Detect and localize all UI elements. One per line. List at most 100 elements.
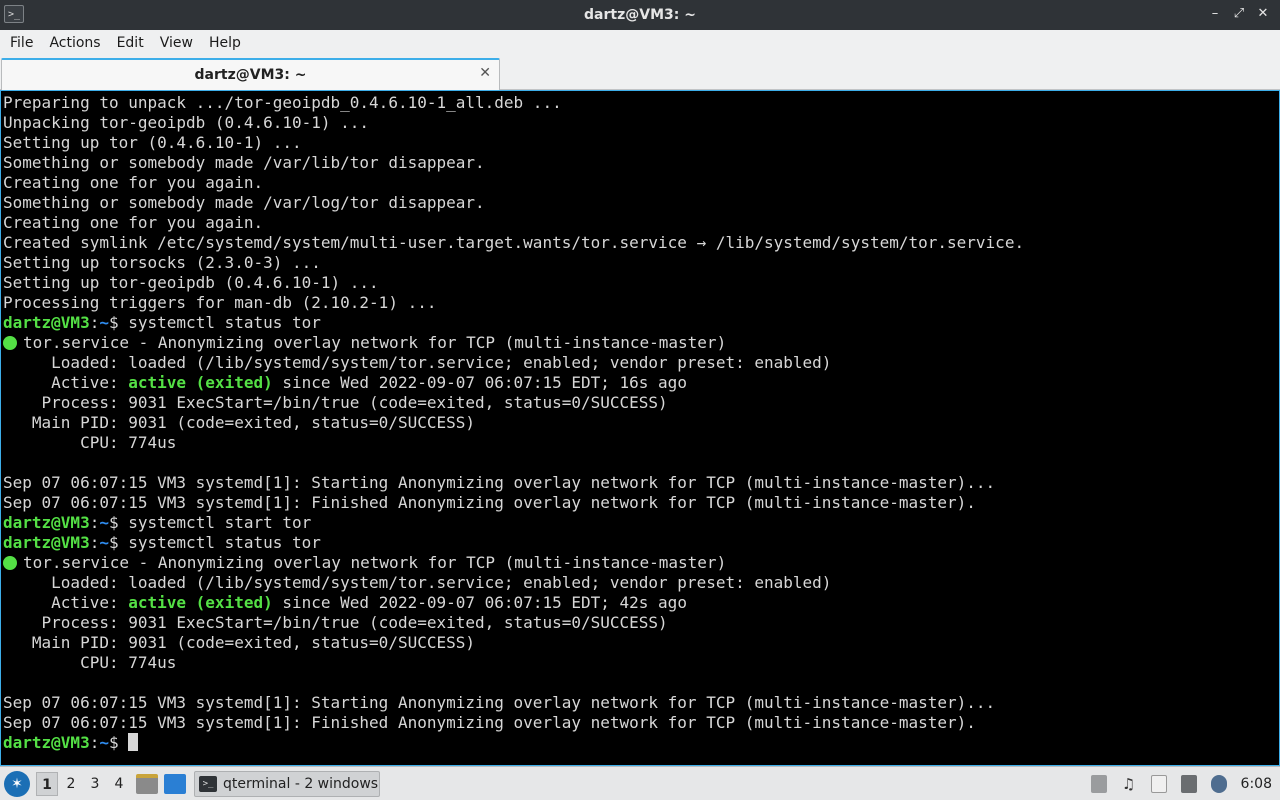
window-controls: – ⤢ ✕	[1208, 6, 1270, 22]
prompt-separator: :	[89, 313, 100, 332]
terminal-line: Preparing to unpack .../tor-geoipdb_0.4.…	[3, 93, 562, 112]
terminal-line: Sep 07 06:07:15 VM3 systemd[1]: Finished…	[3, 713, 976, 732]
terminal-line: Created symlink /etc/systemd/system/mult…	[3, 233, 1025, 252]
prompt-symbol: $	[108, 513, 119, 532]
prompt-user-host: dartz@VM3	[3, 313, 90, 332]
terminal-line: tor.service - Anonymizing overlay networ…	[3, 553, 1024, 573]
menu-actions[interactable]: Actions	[41, 30, 108, 56]
desktop-1-button[interactable]: 1	[36, 771, 58, 796]
active-status: active (exited)	[128, 373, 273, 392]
command-text: systemctl status tor	[118, 533, 321, 552]
file-manager-icon[interactable]	[136, 773, 158, 794]
service-status-dot-icon	[3, 336, 17, 350]
service-title: tor.service - Anonymizing overlay networ…	[23, 553, 727, 572]
prompt-separator: :	[89, 733, 100, 752]
system-tray: ♫ 6:08	[1090, 774, 1272, 793]
terminal-line: CPU: 774us	[3, 653, 177, 672]
desktop-3-button[interactable]: 3	[84, 772, 106, 796]
tab-terminal[interactable]: dartz@VM3: ~ ✕	[1, 58, 500, 90]
menu-help[interactable]: Help	[201, 30, 249, 56]
menu-file[interactable]: File	[2, 30, 41, 56]
prompt-path: ~	[99, 533, 109, 552]
minimize-button[interactable]: –	[1208, 6, 1222, 22]
terminal-lines: Preparing to unpack .../tor-geoipdb_0.4.…	[3, 93, 1024, 753]
terminal-line: Setting up tor-geoipdb (0.4.6.10-1) ...	[3, 273, 379, 292]
service-title: tor.service - Anonymizing overlay networ…	[23, 333, 727, 352]
menu-bar: File Actions Edit View Help	[0, 30, 1280, 56]
terminal-line: Active: active (exited) since Wed 2022-0…	[3, 373, 1024, 393]
terminal-line: dartz@VM3:~$ systemctl status tor	[3, 313, 1024, 333]
terminal-line: CPU: 774us	[3, 433, 177, 452]
start-menu-icon[interactable]: ✶	[4, 770, 30, 797]
terminal-line: Process: 9031 ExecStart=/bin/true (code=…	[3, 613, 668, 632]
prompt-path: ~	[99, 513, 109, 532]
window-title: dartz@VM3: ~	[584, 7, 696, 23]
terminal-icon: >_	[199, 775, 217, 792]
show-desktop-icon[interactable]	[164, 773, 186, 794]
terminal-line: Something or somebody made /var/log/tor …	[3, 193, 485, 212]
eject-icon[interactable]	[1090, 774, 1107, 793]
taskbar: ✶ 1 2 3 4 >_ qterminal - 2 windows ♫ 6:0…	[0, 766, 1280, 800]
terminal-line: Active: active (exited) since Wed 2022-0…	[3, 593, 1024, 613]
prompt-user-host: dartz@VM3	[3, 513, 90, 532]
clipboard-icon[interactable]	[1150, 774, 1167, 793]
clock[interactable]: 6:08	[1241, 776, 1272, 792]
prompt-path: ~	[99, 733, 109, 752]
prompt-symbol: $	[108, 533, 119, 552]
terminal-line: Creating one for you again.	[3, 173, 264, 192]
window-titlebar[interactable]: >_ dartz@VM3: ~ – ⤢ ✕	[0, 0, 1280, 30]
terminal-app-icon[interactable]: >_	[4, 5, 24, 23]
update-notifier-icon[interactable]	[1210, 774, 1227, 793]
terminal-line: Setting up torsocks (2.3.0-3) ...	[3, 253, 321, 272]
task-label: qterminal - 2 windows	[223, 775, 379, 792]
prompt-separator: :	[89, 513, 100, 532]
terminal-line: Sep 07 06:07:15 VM3 systemd[1]: Starting…	[3, 473, 996, 492]
active-label: Active:	[3, 373, 129, 392]
terminal-line: Loaded: loaded (/lib/systemd/system/tor.…	[3, 353, 832, 372]
maximize-button[interactable]: ⤢	[1232, 6, 1246, 22]
network-icon[interactable]	[1180, 774, 1197, 793]
menu-edit[interactable]: Edit	[109, 30, 152, 56]
desktop-2-button[interactable]: 2	[60, 772, 82, 796]
terminal-line: Sep 07 06:07:15 VM3 systemd[1]: Starting…	[3, 693, 996, 712]
terminal-line: Main PID: 9031 (code=exited, status=0/SU…	[3, 413, 476, 432]
close-button[interactable]: ✕	[1256, 6, 1270, 22]
terminal-line: Loaded: loaded (/lib/systemd/system/tor.…	[3, 573, 832, 592]
service-status-dot-icon	[3, 556, 17, 570]
tab-bar: dartz@VM3: ~ ✕	[0, 56, 1280, 90]
terminal-line: Sep 07 06:07:15 VM3 systemd[1]: Finished…	[3, 493, 976, 512]
prompt-separator: :	[89, 533, 100, 552]
tab-label: dartz@VM3: ~	[194, 67, 307, 83]
terminal-line: dartz@VM3:~$ systemctl status tor	[3, 533, 1024, 553]
tab-close-icon[interactable]: ✕	[479, 65, 491, 81]
command-text	[119, 733, 129, 752]
terminal-line: Something or somebody made /var/lib/tor …	[3, 153, 485, 172]
volume-icon[interactable]: ♫	[1121, 775, 1137, 793]
terminal-cursor[interactable]	[128, 733, 139, 751]
terminal-line: Setting up tor (0.4.6.10-1) ...	[3, 133, 302, 152]
active-status: active (exited)	[128, 593, 273, 612]
terminal-line: Process: 9031 ExecStart=/bin/true (code=…	[3, 393, 668, 412]
terminal-line: dartz@VM3:~$	[3, 733, 1024, 753]
prompt-symbol: $	[108, 313, 119, 332]
taskbar-task-qterminal[interactable]: >_ qterminal - 2 windows	[194, 770, 380, 797]
terminal-line: Main PID: 9031 (code=exited, status=0/SU…	[3, 633, 476, 652]
terminal-line: Processing triggers for man-db (2.10.2-1…	[3, 293, 437, 312]
command-text: systemctl status tor	[118, 313, 321, 332]
terminal-line: dartz@VM3:~$ systemctl start tor	[3, 513, 1024, 533]
prompt-symbol: $	[108, 733, 119, 752]
terminal-line: Unpacking tor-geoipdb (0.4.6.10-1) ...	[3, 113, 370, 132]
active-since: since Wed 2022-09-07 06:07:15 EDT; 16s a…	[272, 373, 687, 392]
terminal-line: tor.service - Anonymizing overlay networ…	[3, 333, 1024, 353]
terminal-output[interactable]: Preparing to unpack .../tor-geoipdb_0.4.…	[0, 90, 1280, 766]
prompt-user-host: dartz@VM3	[3, 733, 90, 752]
desktop-4-button[interactable]: 4	[108, 772, 130, 796]
command-text: systemctl start tor	[118, 513, 312, 532]
active-label: Active:	[3, 593, 129, 612]
prompt-path: ~	[99, 313, 109, 332]
terminal-line: Creating one for you again.	[3, 213, 264, 232]
prompt-user-host: dartz@VM3	[3, 533, 90, 552]
menu-view[interactable]: View	[152, 30, 201, 56]
